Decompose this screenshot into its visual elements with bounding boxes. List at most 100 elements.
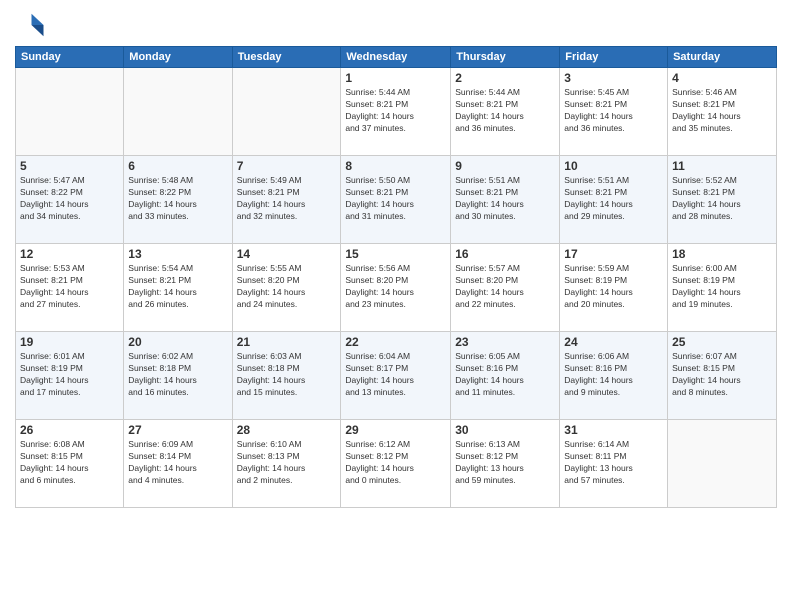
day-number: 20 <box>128 335 227 349</box>
day-number: 21 <box>237 335 337 349</box>
day-info: Sunrise: 5:53 AMSunset: 8:21 PMDaylight:… <box>20 263 119 311</box>
calendar-week-row: 19 Sunrise: 6:01 AMSunset: 8:19 PMDayligh… <box>16 332 777 420</box>
calendar-cell: 29 Sunrise: 6:12 AMSunset: 8:12 PMDayligh… <box>341 420 451 508</box>
calendar-cell: 10 Sunrise: 5:51 AMSunset: 8:21 PMDayligh… <box>560 156 668 244</box>
day-number: 25 <box>672 335 772 349</box>
header <box>15 10 777 40</box>
day-number: 19 <box>20 335 119 349</box>
day-number: 10 <box>564 159 663 173</box>
calendar-cell: 16 Sunrise: 5:57 AMSunset: 8:20 PMDayligh… <box>451 244 560 332</box>
day-number: 2 <box>455 71 555 85</box>
weekday-header: Thursday <box>451 47 560 68</box>
day-info: Sunrise: 5:52 AMSunset: 8:21 PMDaylight:… <box>672 175 772 223</box>
calendar-cell <box>16 68 124 156</box>
calendar-week-row: 26 Sunrise: 6:08 AMSunset: 8:15 PMDayligh… <box>16 420 777 508</box>
calendar-cell: 9Sunrise: 5:51 AMSunset: 8:21 PMDaylight… <box>451 156 560 244</box>
calendar-cell: 30 Sunrise: 6:13 AMSunset: 8:12 PMDayligh… <box>451 420 560 508</box>
calendar-cell: 8 Sunrise: 5:50 AMSunset: 8:21 PMDaylight… <box>341 156 451 244</box>
day-info: Sunrise: 5:45 AMSunset: 8:21 PMDaylight:… <box>564 87 663 135</box>
day-info: Sunrise: 5:46 AMSunset: 8:21 PMDaylight:… <box>672 87 772 135</box>
day-number: 30 <box>455 423 555 437</box>
day-info: Sunrise: 6:01 AMSunset: 8:19 PMDaylight:… <box>20 351 119 399</box>
day-number: 7 <box>237 159 337 173</box>
day-number: 15 <box>345 247 446 261</box>
weekday-header: Tuesday <box>232 47 341 68</box>
calendar-week-row: 5 Sunrise: 5:47 AMSunset: 8:22 PMDaylight… <box>16 156 777 244</box>
day-info: Sunrise: 6:10 AMSunset: 8:13 PMDaylight:… <box>237 439 337 487</box>
calendar-week-row: 1Sunrise: 5:44 AMSunset: 8:21 PMDaylight… <box>16 68 777 156</box>
day-number: 4 <box>672 71 772 85</box>
calendar-cell: 11 Sunrise: 5:52 AMSunset: 8:21 PMDayligh… <box>668 156 777 244</box>
calendar-cell <box>232 68 341 156</box>
day-info: Sunrise: 6:12 AMSunset: 8:12 PMDaylight:… <box>345 439 446 487</box>
calendar-cell: 26 Sunrise: 6:08 AMSunset: 8:15 PMDayligh… <box>16 420 124 508</box>
calendar-cell: 20 Sunrise: 6:02 AMSunset: 8:18 PMDayligh… <box>124 332 232 420</box>
calendar-cell: 19 Sunrise: 6:01 AMSunset: 8:19 PMDayligh… <box>16 332 124 420</box>
day-number: 26 <box>20 423 119 437</box>
day-number: 13 <box>128 247 227 261</box>
day-info: Sunrise: 5:48 AMSunset: 8:22 PMDaylight:… <box>128 175 227 223</box>
day-info: Sunrise: 5:49 AMSunset: 8:21 PMDaylight:… <box>237 175 337 223</box>
calendar-cell: 2 Sunrise: 5:44 AMSunset: 8:21 PMDaylight… <box>451 68 560 156</box>
day-number: 16 <box>455 247 555 261</box>
day-number: 24 <box>564 335 663 349</box>
day-info: Sunrise: 5:51 AMSunset: 8:21 PMDaylight:… <box>564 175 663 223</box>
weekday-header: Monday <box>124 47 232 68</box>
day-number: 5 <box>20 159 119 173</box>
weekday-header: Wednesday <box>341 47 451 68</box>
calendar-cell <box>124 68 232 156</box>
calendar-cell: 18 Sunrise: 6:00 AMSunset: 8:19 PMDayligh… <box>668 244 777 332</box>
day-info: Sunrise: 6:13 AMSunset: 8:12 PMDaylight:… <box>455 439 555 487</box>
day-info: Sunrise: 6:02 AMSunset: 8:18 PMDaylight:… <box>128 351 227 399</box>
day-info: Sunrise: 6:00 AMSunset: 8:19 PMDaylight:… <box>672 263 772 311</box>
day-info: Sunrise: 6:05 AMSunset: 8:16 PMDaylight:… <box>455 351 555 399</box>
day-info: Sunrise: 6:03 AMSunset: 8:18 PMDaylight:… <box>237 351 337 399</box>
day-number: 28 <box>237 423 337 437</box>
weekday-header: Saturday <box>668 47 777 68</box>
calendar-cell: 31 Sunrise: 6:14 AMSunset: 8:11 PMDayligh… <box>560 420 668 508</box>
day-info: Sunrise: 5:57 AMSunset: 8:20 PMDaylight:… <box>455 263 555 311</box>
calendar-cell: 12 Sunrise: 5:53 AMSunset: 8:21 PMDayligh… <box>16 244 124 332</box>
day-info: Sunrise: 5:59 AMSunset: 8:19 PMDaylight:… <box>564 263 663 311</box>
day-number: 29 <box>345 423 446 437</box>
calendar-cell: 28 Sunrise: 6:10 AMSunset: 8:13 PMDayligh… <box>232 420 341 508</box>
day-number: 22 <box>345 335 446 349</box>
weekday-header: Sunday <box>16 47 124 68</box>
day-info: Sunrise: 6:07 AMSunset: 8:15 PMDaylight:… <box>672 351 772 399</box>
day-number: 31 <box>564 423 663 437</box>
day-number: 14 <box>237 247 337 261</box>
day-info: Sunrise: 5:44 AMSunset: 8:21 PMDaylight:… <box>455 87 555 135</box>
day-number: 18 <box>672 247 772 261</box>
calendar-cell: 17Sunrise: 5:59 AMSunset: 8:19 PMDayligh… <box>560 244 668 332</box>
calendar-cell: 4 Sunrise: 5:46 AMSunset: 8:21 PMDaylight… <box>668 68 777 156</box>
day-info: Sunrise: 5:55 AMSunset: 8:20 PMDaylight:… <box>237 263 337 311</box>
day-number: 27 <box>128 423 227 437</box>
day-info: Sunrise: 6:14 AMSunset: 8:11 PMDaylight:… <box>564 439 663 487</box>
day-info: Sunrise: 6:04 AMSunset: 8:17 PMDaylight:… <box>345 351 446 399</box>
calendar-cell: 24Sunrise: 6:06 AMSunset: 8:16 PMDayligh… <box>560 332 668 420</box>
day-info: Sunrise: 6:08 AMSunset: 8:15 PMDaylight:… <box>20 439 119 487</box>
calendar-cell: 21 Sunrise: 6:03 AMSunset: 8:18 PMDayligh… <box>232 332 341 420</box>
day-number: 9 <box>455 159 555 173</box>
calendar-cell: 27 Sunrise: 6:09 AMSunset: 8:14 PMDayligh… <box>124 420 232 508</box>
calendar-cell: 7 Sunrise: 5:49 AMSunset: 8:21 PMDaylight… <box>232 156 341 244</box>
calendar-cell <box>668 420 777 508</box>
day-info: Sunrise: 5:50 AMSunset: 8:21 PMDaylight:… <box>345 175 446 223</box>
calendar-cell: 3Sunrise: 5:45 AMSunset: 8:21 PMDaylight… <box>560 68 668 156</box>
day-number: 8 <box>345 159 446 173</box>
day-number: 11 <box>672 159 772 173</box>
calendar-table: SundayMondayTuesdayWednesdayThursdayFrid… <box>15 46 777 508</box>
calendar-cell: 15 Sunrise: 5:56 AMSunset: 8:20 PMDayligh… <box>341 244 451 332</box>
calendar-cell: 6Sunrise: 5:48 AMSunset: 8:22 PMDaylight… <box>124 156 232 244</box>
calendar-cell: 1Sunrise: 5:44 AMSunset: 8:21 PMDaylight… <box>341 68 451 156</box>
calendar-cell: 23Sunrise: 6:05 AMSunset: 8:16 PMDayligh… <box>451 332 560 420</box>
day-info: Sunrise: 5:44 AMSunset: 8:21 PMDaylight:… <box>345 87 446 135</box>
logo <box>15 10 49 40</box>
day-info: Sunrise: 5:56 AMSunset: 8:20 PMDaylight:… <box>345 263 446 311</box>
day-info: Sunrise: 6:09 AMSunset: 8:14 PMDaylight:… <box>128 439 227 487</box>
day-info: Sunrise: 5:47 AMSunset: 8:22 PMDaylight:… <box>20 175 119 223</box>
calendar-cell: 5 Sunrise: 5:47 AMSunset: 8:22 PMDaylight… <box>16 156 124 244</box>
page: SundayMondayTuesdayWednesdayThursdayFrid… <box>0 0 792 612</box>
weekday-header: Friday <box>560 47 668 68</box>
day-number: 12 <box>20 247 119 261</box>
